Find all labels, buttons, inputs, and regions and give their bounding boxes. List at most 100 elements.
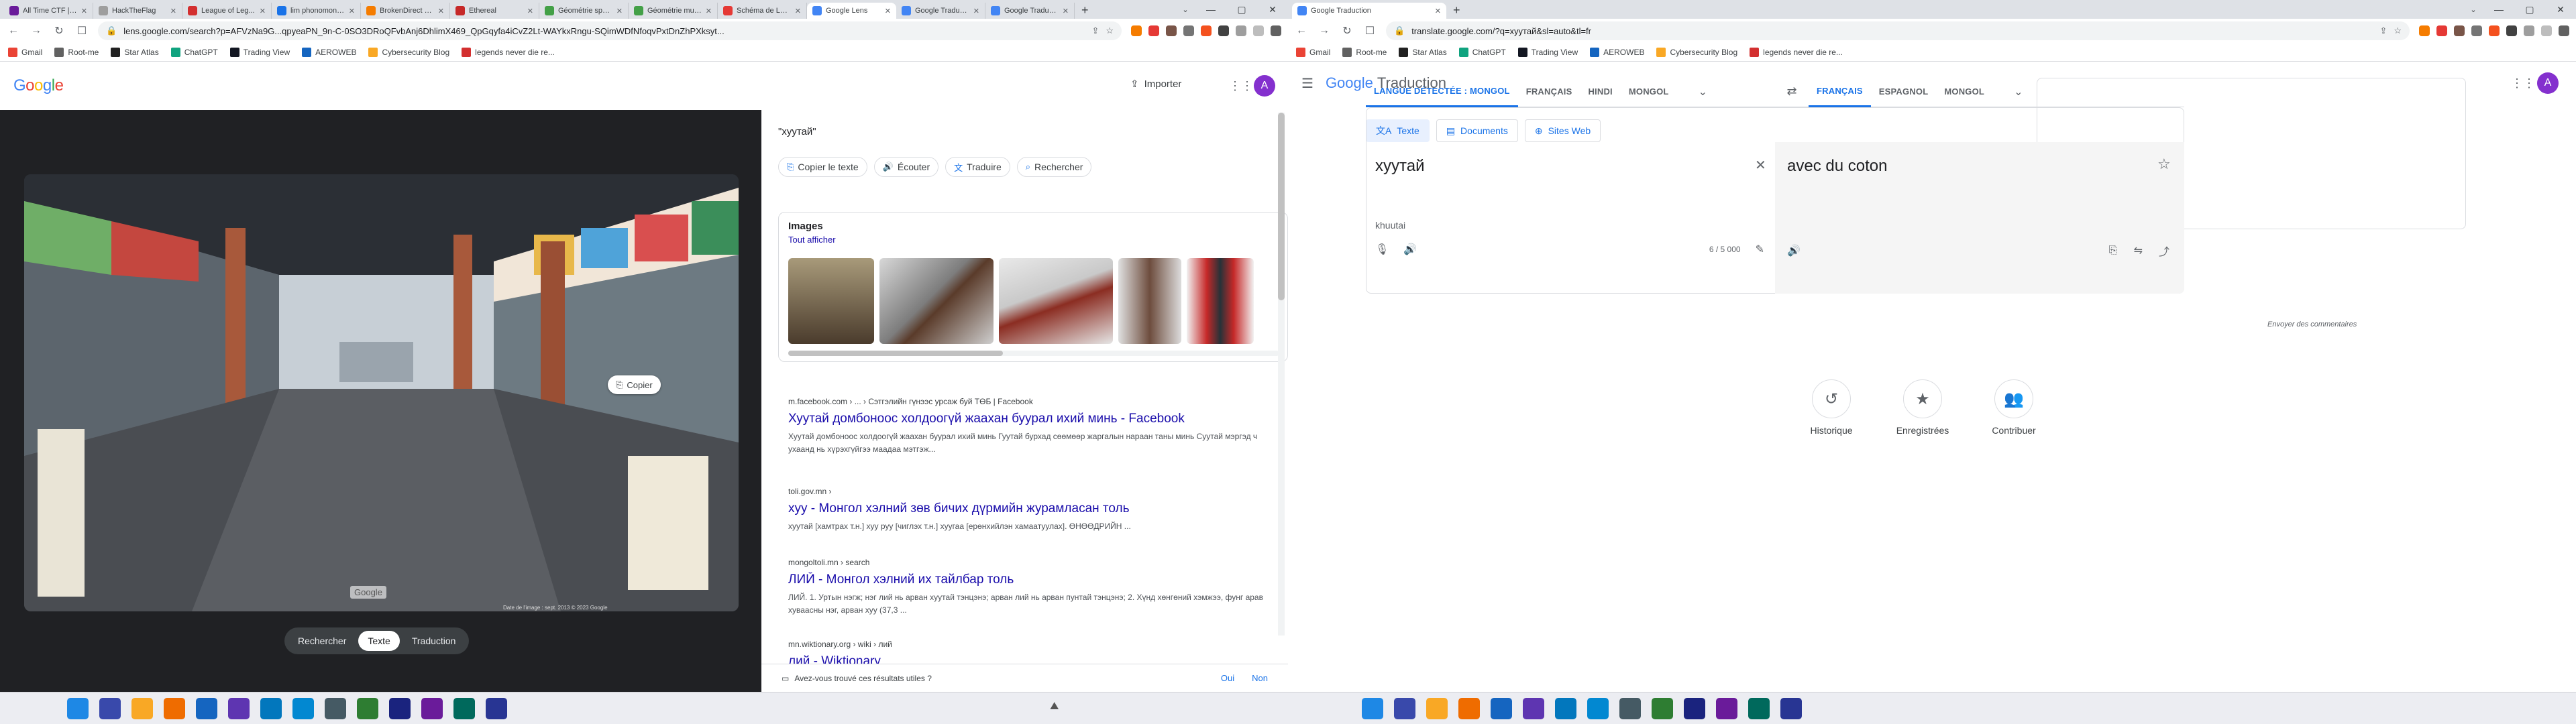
bookmark-item[interactable]: ChatGPT (1458, 47, 1506, 57)
more-languages-icon[interactable]: ⌄ (1690, 76, 1716, 107)
brave-rewards-icon[interactable] (1148, 25, 1159, 36)
listen-source-icon[interactable]: 🔊 (1403, 243, 1417, 256)
language-option[interactable]: MONGOL (1621, 76, 1677, 107)
extension-icon[interactable] (2471, 25, 2482, 36)
bookmark-item[interactable]: Star Atlas (111, 47, 159, 57)
close-tab-icon[interactable]: ✕ (706, 7, 712, 15)
close-tab-icon[interactable]: ✕ (1435, 7, 1441, 15)
bookmark-item[interactable]: Gmail (1296, 47, 1330, 57)
language-option[interactable]: ESPAGNOL (1871, 76, 1937, 107)
share-icon[interactable]: ⇪ (1091, 25, 1099, 36)
close-tab-icon[interactable]: ✕ (616, 7, 623, 15)
share-icon[interactable]: ⇪ (2379, 25, 2387, 36)
clear-text-icon[interactable]: ✕ (1755, 157, 1766, 174)
bookmark-item[interactable]: AEROWEB (1590, 47, 1644, 57)
tray-icon[interactable]: ⛰ (1050, 701, 1059, 713)
sidebar-icon[interactable] (2524, 25, 2534, 36)
tab-search-icon[interactable]: ⌄ (2463, 0, 2483, 19)
new-tab-button[interactable]: + (1075, 3, 1095, 19)
import-button[interactable]: ⇪ Importer (1130, 78, 1181, 90)
new-tab-button[interactable]: + (1446, 3, 1467, 19)
close-tab-icon[interactable]: ✕ (438, 7, 444, 15)
taskbar-app-icon[interactable] (1362, 698, 1383, 719)
close-tab-icon[interactable]: ✕ (527, 7, 533, 15)
edit-icon[interactable]: ✎ (1756, 243, 1764, 256)
result-title-link[interactable]: ЛИЙ - Монгол хэлний их тайлбар толь (788, 572, 1278, 587)
shortcut-people[interactable]: 👥 Contribuer (1987, 379, 2041, 436)
brave-rewards-icon[interactable] (2436, 25, 2447, 36)
image-thumbnail[interactable] (1118, 258, 1181, 344)
apps-grid-icon[interactable]: ⋮⋮ (2511, 76, 2535, 90)
taskbar-app-icon[interactable] (389, 698, 411, 719)
save-star-icon[interactable]: ☆ (2157, 156, 2171, 173)
address-bar[interactable]: 🔒 lens.google.com/search?p=AFVzNa9G...qp… (98, 21, 1122, 40)
lens-mode-translate[interactable]: Traduction (402, 631, 466, 651)
close-tab-icon[interactable]: ✕ (885, 7, 891, 15)
reload-button[interactable]: ↻ (1340, 24, 1354, 38)
browser-tab[interactable]: All Time CTF | Arb...✕ (4, 3, 93, 19)
result-title-link[interactable]: Хуутай домбоноос холдоогүй жаахан буурал… (788, 412, 1278, 426)
show-all-link[interactable]: Tout afficher (788, 235, 1278, 245)
google-logo[interactable]: Google (13, 76, 64, 95)
taskbar-app-icon[interactable] (228, 698, 250, 719)
back-button[interactable]: ← (1295, 25, 1308, 37)
menu-icon[interactable] (2559, 25, 2569, 36)
feedback-yes-button[interactable]: Oui (1221, 673, 1234, 683)
taskbar-app-icon[interactable] (453, 698, 475, 719)
taskbar-app-icon[interactable] (486, 698, 507, 719)
browser-tab[interactable]: Ethereal ✕ (450, 3, 539, 19)
browser-tab[interactable]: Géométrie sphéri...✕ (539, 3, 629, 19)
browser-tab[interactable]: Google Traduction✕ (985, 3, 1075, 19)
bookmark-page-icon[interactable]: ☐ (75, 24, 89, 38)
chip-speaker[interactable]: 🔊 Écouter (873, 157, 939, 177)
taskbar-app-icon[interactable] (164, 698, 185, 719)
chip-copy[interactable]: ⎘ Copier le texte (778, 157, 867, 177)
share-translation-icon[interactable]: ⤴ (2159, 243, 2169, 259)
copy-translation-icon[interactable]: ⎘ (2109, 245, 2118, 257)
taskbar-app-icon[interactable] (1716, 698, 1737, 719)
taskbar-app-icon[interactable] (1587, 698, 1609, 719)
bookmark-page-icon[interactable]: ☐ (1363, 24, 1377, 38)
puzzle-icon[interactable] (1218, 25, 1229, 36)
language-option[interactable]: HINDI (1580, 76, 1620, 107)
hamburger-menu-icon[interactable]: ☰ (1301, 75, 1313, 92)
taskbar-app-icon[interactable] (131, 698, 153, 719)
taskbar-app-icon[interactable] (260, 698, 282, 719)
taskbar-app-icon[interactable] (1780, 698, 1802, 719)
shortcut-star[interactable]: ★ Enregistrées (1896, 379, 1949, 436)
browser-tab[interactable]: Schéma de Lewi...✕ (718, 3, 807, 19)
metamask-icon[interactable] (1201, 25, 1212, 36)
taskbar-app-icon[interactable] (99, 698, 121, 719)
image-thumbnail[interactable] (999, 258, 1113, 344)
download-icon[interactable] (2541, 25, 2552, 36)
copy-chip[interactable]: ⎘ Copier (608, 375, 661, 394)
bookmark-star-icon[interactable]: ☆ (1106, 25, 1114, 36)
close-tab-icon[interactable]: ✕ (170, 7, 176, 15)
taskbar-app-icon[interactable] (1555, 698, 1576, 719)
send-feedback-link[interactable]: Envoyer des commentaires (2267, 320, 2357, 328)
bookmark-item[interactable]: Trading View (1517, 47, 1578, 57)
taskbar-app-icon[interactable] (1684, 698, 1705, 719)
swap-languages-icon[interactable]: ⇄ (1775, 76, 1809, 107)
image-thumbnail[interactable] (1187, 258, 1254, 344)
taskbar-app-icon[interactable] (1491, 698, 1512, 719)
metamask-icon[interactable] (2489, 25, 2500, 36)
close-tab-icon[interactable]: ✕ (260, 7, 266, 15)
taskbar-app-icon[interactable] (1652, 698, 1673, 719)
close-window-button[interactable]: ✕ (1257, 0, 1288, 19)
taskbar-app-icon[interactable] (292, 698, 314, 719)
brave-shield-icon[interactable] (2419, 25, 2430, 36)
listen-translation-icon[interactable]: 🔊 (1787, 244, 1801, 257)
bookmark-item[interactable]: Gmail (8, 47, 42, 57)
bookmark-item[interactable]: AEROWEB (302, 47, 356, 57)
taskbar-app-icon[interactable] (325, 698, 346, 719)
bookmark-item[interactable]: ChatGPT (170, 47, 218, 57)
language-option[interactable]: FRANÇAIS (1809, 76, 1871, 107)
extension-icon[interactable] (2454, 25, 2465, 36)
bookmark-item[interactable]: Cybersecurity Blog (1656, 47, 1737, 57)
result-title-link[interactable]: хуу - Монгол хэлний зөв бичих дүрмийн жу… (788, 501, 1278, 516)
back-button[interactable]: ← (7, 25, 20, 37)
close-tab-icon[interactable]: ✕ (349, 7, 355, 15)
language-option[interactable]: FRANÇAIS (1518, 76, 1580, 107)
tab-google-translate[interactable]: Google Traduction ✕ (1292, 3, 1446, 19)
